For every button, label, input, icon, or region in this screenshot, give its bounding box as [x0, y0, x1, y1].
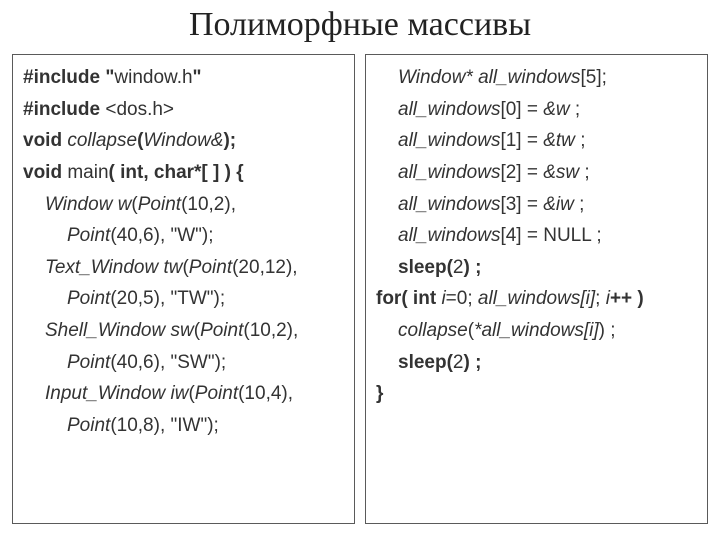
txt: ; — [575, 130, 586, 151]
ident: &sw — [543, 162, 579, 183]
columns-container: #include "window.h" #include <dos.h> voi… — [0, 54, 720, 524]
code-line: Point(20,5), "TW"); — [23, 286, 344, 318]
ident: all_windows — [398, 99, 500, 120]
ident: Text_Window tw — [45, 257, 182, 278]
txt: =0; — [446, 288, 478, 309]
ident: all_windows — [398, 225, 500, 246]
type: Point — [67, 225, 110, 246]
txt: (40,6), "W"); — [110, 225, 213, 246]
ident: all_windows — [398, 194, 500, 215]
txt: [0] = — [500, 99, 543, 120]
type: Point — [138, 194, 181, 215]
txt: ; — [595, 288, 606, 309]
kw: ) ; — [464, 352, 482, 373]
code-line: for( int i=0; all_windows[i]; i++ ) — [376, 286, 697, 318]
type: Point — [67, 352, 110, 373]
type: Point — [200, 320, 243, 341]
kw: for( int — [376, 288, 441, 309]
type: Window& — [143, 130, 223, 151]
left-panel: #include "window.h" #include <dos.h> voi… — [12, 54, 355, 524]
ident: all_windows[i] — [478, 288, 595, 309]
type: Point — [67, 415, 110, 436]
ident: Input_Window iw — [45, 383, 188, 404]
code-line: Window* all_windows[5]; — [376, 65, 697, 97]
ident: Window w — [45, 194, 131, 215]
txt: [1] = — [500, 130, 543, 151]
txt: [4] = NULL ; — [500, 225, 601, 246]
kw: sleep( — [398, 352, 453, 373]
txt: (20,5), "TW"); — [110, 288, 225, 309]
type: Point — [195, 383, 238, 404]
code-line: void collapse(Window&); — [23, 128, 344, 160]
txt: ; — [574, 194, 585, 215]
kw: void — [23, 162, 67, 183]
txt: [2] = — [500, 162, 543, 183]
code-line: all_windows[3] = &iw ; — [376, 192, 697, 224]
code-line: collapse(*all_windows[i]) ; — [376, 318, 697, 350]
kw: } — [376, 383, 383, 404]
code-line: #include <dos.h> — [23, 97, 344, 129]
ident: collapse — [67, 130, 137, 151]
code-line: all_windows[2] = &sw ; — [376, 160, 697, 192]
kw: ++ ) — [610, 288, 644, 309]
txt: ) ; — [599, 320, 616, 341]
slide-title: Полиморфные массивы — [0, 0, 720, 54]
code-line: all_windows[1] = &tw ; — [376, 128, 697, 160]
txt: (10,8), "IW"); — [110, 415, 219, 436]
type: Point — [189, 257, 232, 278]
code-line: Window w(Point(10,2), — [23, 192, 344, 224]
code-line: Point(10,8), "IW"); — [23, 413, 344, 445]
kw: #include " — [23, 67, 114, 88]
kw: ( int, char*[ ] ) { — [109, 162, 244, 183]
code-line: all_windows[4] = NULL ; — [376, 223, 697, 255]
txt: (10,4), — [238, 383, 293, 404]
code-line: sleep(2) ; — [376, 350, 697, 382]
txt: window.h — [114, 67, 192, 88]
code-line: sleep(2) ; — [376, 255, 697, 287]
ident: Shell_Window sw — [45, 320, 194, 341]
ident: &w — [543, 99, 569, 120]
kw: ) ; — [464, 257, 482, 278]
ident: Window* all_windows — [398, 67, 581, 88]
ident: &tw — [543, 130, 575, 151]
txt: (10,2), — [181, 194, 236, 215]
txt: [3] = — [500, 194, 543, 215]
txt: (10,2), — [243, 320, 298, 341]
txt: <dos.h> — [105, 99, 174, 120]
type: Point — [67, 288, 110, 309]
ident: collapse — [398, 320, 468, 341]
ident: *all_windows[i] — [474, 320, 599, 341]
ident: main — [67, 162, 108, 183]
ident: &iw — [543, 194, 574, 215]
txt: (20,12), — [232, 257, 297, 278]
code-line: Point(40,6), "SW"); — [23, 350, 344, 382]
code-line: void main( int, char*[ ] ) { — [23, 160, 344, 192]
code-line: } — [376, 381, 697, 413]
kw: sleep( — [398, 257, 453, 278]
code-line: all_windows[0] = &w ; — [376, 97, 697, 129]
ident: all_windows — [398, 130, 500, 151]
code-line: Text_Window tw(Point(20,12), — [23, 255, 344, 287]
txt: ; — [570, 99, 581, 120]
txt: ; — [579, 162, 590, 183]
code-line: #include "window.h" — [23, 65, 344, 97]
txt: (40,6), "SW"); — [110, 352, 226, 373]
code-line: Point(40,6), "W"); — [23, 223, 344, 255]
kw: " — [193, 67, 202, 88]
kw: #include — [23, 99, 105, 120]
kw: ); — [223, 130, 236, 151]
code-line: Shell_Window sw(Point(10,2), — [23, 318, 344, 350]
ident: all_windows — [398, 162, 500, 183]
txt: 2 — [453, 352, 464, 373]
txt: 2 — [453, 257, 464, 278]
right-panel: Window* all_windows[5]; all_windows[0] =… — [365, 54, 708, 524]
kw: void — [23, 130, 67, 151]
code-line: Input_Window iw(Point(10,4), — [23, 381, 344, 413]
txt: [5]; — [581, 67, 607, 88]
